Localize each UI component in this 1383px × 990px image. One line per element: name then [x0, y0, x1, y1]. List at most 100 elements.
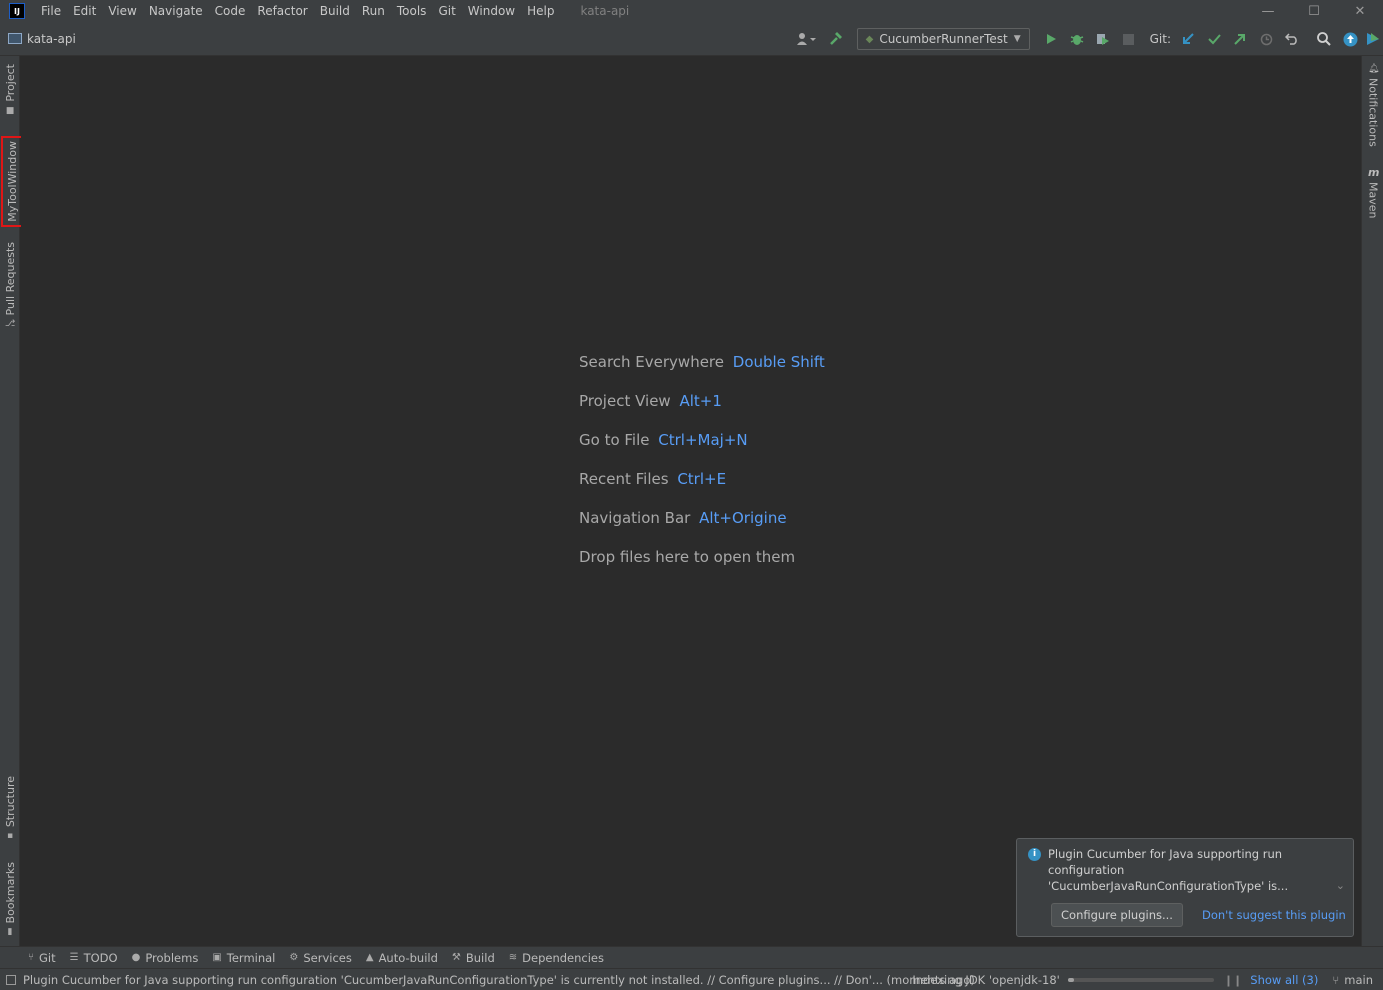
notification-bell-icon: 🔔︎	[1368, 64, 1380, 74]
window-title: kata-api	[580, 4, 630, 18]
build-hammer-icon[interactable]	[823, 26, 849, 52]
tool-window-maven[interactable]: m Maven	[1362, 167, 1383, 219]
menu-navigate[interactable]: Navigate	[143, 0, 209, 22]
hint-navigation-bar: Navigation Bar Alt+Origine	[579, 508, 825, 528]
tool-window-pull-requests-label: Pull Requests	[3, 242, 17, 316]
maximize-button[interactable]: ☐	[1291, 0, 1337, 22]
problems-info-icon: ●	[131, 952, 141, 963]
close-button[interactable]: ✕	[1337, 0, 1383, 22]
status-bar: Plugin Cucumber for Java supporting run …	[0, 968, 1383, 990]
indexing-progress-bar	[1067, 978, 1214, 982]
tool-window-mytoolwindow[interactable]: MyToolWindow	[1, 136, 23, 227]
tool-todo[interactable]: ☰ TODO	[70, 951, 118, 965]
tool-window-project-label: Project	[3, 64, 17, 102]
git-commit-check-icon[interactable]	[1201, 26, 1227, 52]
breadcrumb-project-label: kata-api	[27, 31, 76, 46]
git-branch-widget[interactable]: ⑂ main	[1332, 973, 1373, 987]
chevron-down-icon: ▼	[1013, 34, 1021, 44]
menu-window[interactable]: Window	[462, 0, 521, 22]
dont-suggest-plugin-link[interactable]: Don't suggest this plugin	[1202, 908, 1346, 922]
editor-hints: Search Everywhere Double Shift Project V…	[579, 352, 825, 586]
pause-icon[interactable]: ❙❙	[1224, 974, 1242, 987]
add-configuration-user-icon[interactable]	[789, 26, 823, 52]
hint-drop-files: Drop files here to open them	[579, 547, 825, 567]
stop-icon[interactable]	[1116, 26, 1142, 52]
tool-window-pull-requests[interactable]: Pull Requests ⎇	[0, 242, 20, 329]
toggle-tool-windows-icon[interactable]	[6, 974, 16, 985]
tool-services[interactable]: ⚙ Services	[289, 951, 351, 965]
cucumber-icon: ◆	[865, 33, 874, 45]
run-play-icon[interactable]	[1038, 26, 1064, 52]
tool-window-mytoolwindow-label: MyToolWindow	[5, 141, 19, 222]
menu-git[interactable]: Git	[432, 0, 461, 22]
run-configuration-selector[interactable]: ◆ CucumberRunnerTest ▼	[856, 28, 1030, 50]
tool-window-notifications[interactable]: 🔔︎ Notifications	[1362, 64, 1383, 147]
rollback-undo-icon[interactable]	[1279, 26, 1305, 52]
jetbrains-gateway-icon[interactable]	[1363, 26, 1383, 52]
menu-run[interactable]: Run	[356, 0, 391, 22]
terminal-icon: ▣	[212, 952, 222, 963]
hint-shortcut: Double Shift	[732, 353, 825, 371]
tool-window-structure[interactable]: Structure ▪	[0, 776, 20, 841]
tool-dependencies[interactable]: ≋ Dependencies	[509, 951, 604, 965]
chevron-down-icon[interactable]: ⌄	[1336, 879, 1345, 892]
menu-file[interactable]: File	[35, 0, 67, 22]
menu-view[interactable]: View	[102, 0, 142, 22]
tool-window-bookmarks[interactable]: Bookmarks ▮	[0, 862, 20, 937]
dependencies-layers-icon: ≋	[508, 952, 518, 963]
right-tool-stripe: 🔔︎ Notifications m Maven	[1361, 56, 1383, 946]
hint-label: Project View	[579, 392, 671, 410]
ide-update-arrow-icon[interactable]	[1337, 26, 1363, 52]
hint-recent-files: Recent Files Ctrl+E	[579, 469, 825, 489]
run-with-coverage-icon[interactable]	[1090, 26, 1116, 52]
hint-search-everywhere: Search Everywhere Double Shift	[579, 352, 825, 372]
debug-bug-icon[interactable]	[1064, 26, 1090, 52]
hint-shortcut: Alt+Origine	[699, 509, 787, 527]
menu-help[interactable]: Help	[521, 0, 560, 22]
git-update-arrow-icon[interactable]	[1175, 26, 1201, 52]
build-hammer-icon: ⚒	[451, 952, 461, 963]
notification-balloon: i Plugin Cucumber for Java supporting ru…	[1016, 838, 1354, 937]
navigation-toolbar: kata-api ◆ CucumberRunnerTest ▼ Git:	[0, 22, 1383, 56]
indexing-progress-fill	[1067, 978, 1074, 982]
main-toolbar: ◆ CucumberRunnerTest ▼ Git:	[789, 22, 1383, 56]
hint-label: Go to File	[579, 431, 650, 449]
notification-text: Plugin Cucumber for Java supporting run …	[1048, 847, 1289, 893]
hint-label: Recent Files	[579, 470, 669, 488]
indexing-status[interactable]: Indexing JDK 'openjdk-18'	[912, 973, 1060, 987]
services-gear-icon: ⚙	[289, 952, 299, 963]
tool-auto-build-label: Auto-build	[378, 950, 438, 965]
tool-window-project[interactable]: Project ■	[0, 64, 20, 116]
menu-refactor[interactable]: Refactor	[251, 0, 313, 22]
menu-tools[interactable]: Tools	[391, 0, 433, 22]
tool-git[interactable]: ⑂ Git	[28, 951, 56, 965]
git-branch-icon: ⑂	[28, 952, 34, 963]
menu-build[interactable]: Build	[314, 0, 356, 22]
hint-shortcut: Ctrl+Maj+N	[658, 431, 748, 449]
tool-auto-build[interactable]: ▲ Auto-build	[366, 951, 438, 965]
breadcrumb-project[interactable]: kata-api	[8, 32, 76, 46]
intellij-logo-icon: IJ	[9, 3, 25, 19]
configure-plugins-button[interactable]: Configure plugins...	[1051, 903, 1183, 927]
status-right-widgets: Indexing JDK 'openjdk-18' ❙❙ Show all (3…	[912, 969, 1383, 990]
git-history-clock-icon[interactable]	[1253, 26, 1279, 52]
git-branch-label: main	[1344, 973, 1373, 987]
menu-code[interactable]: Code	[209, 0, 252, 22]
menu-edit[interactable]: Edit	[67, 0, 102, 22]
tool-git-label: Git	[39, 950, 56, 965]
tool-build[interactable]: ⚒ Build	[452, 951, 495, 965]
git-push-arrow-icon[interactable]	[1227, 26, 1253, 52]
tool-problems-label: Problems	[145, 950, 199, 965]
tool-window-maven-label: Maven	[1366, 182, 1380, 219]
tool-terminal[interactable]: ▣ Terminal	[212, 951, 275, 965]
tool-window-structure-label: Structure	[3, 776, 17, 828]
hint-label: Search Everywhere	[579, 353, 724, 371]
minimize-button[interactable]: —	[1245, 0, 1291, 22]
show-all-processes-link[interactable]: Show all (3)	[1250, 973, 1318, 987]
status-message[interactable]: Plugin Cucumber for Java supporting run …	[23, 973, 975, 987]
menu-bar: IJ File Edit View Navigate Code Refactor…	[0, 0, 1383, 22]
search-icon[interactable]	[1311, 26, 1337, 52]
editor-empty-area[interactable]: Search Everywhere Double Shift Project V…	[21, 56, 1360, 946]
tool-problems[interactable]: ● Problems	[132, 951, 199, 965]
tool-dependencies-label: Dependencies	[522, 950, 604, 965]
